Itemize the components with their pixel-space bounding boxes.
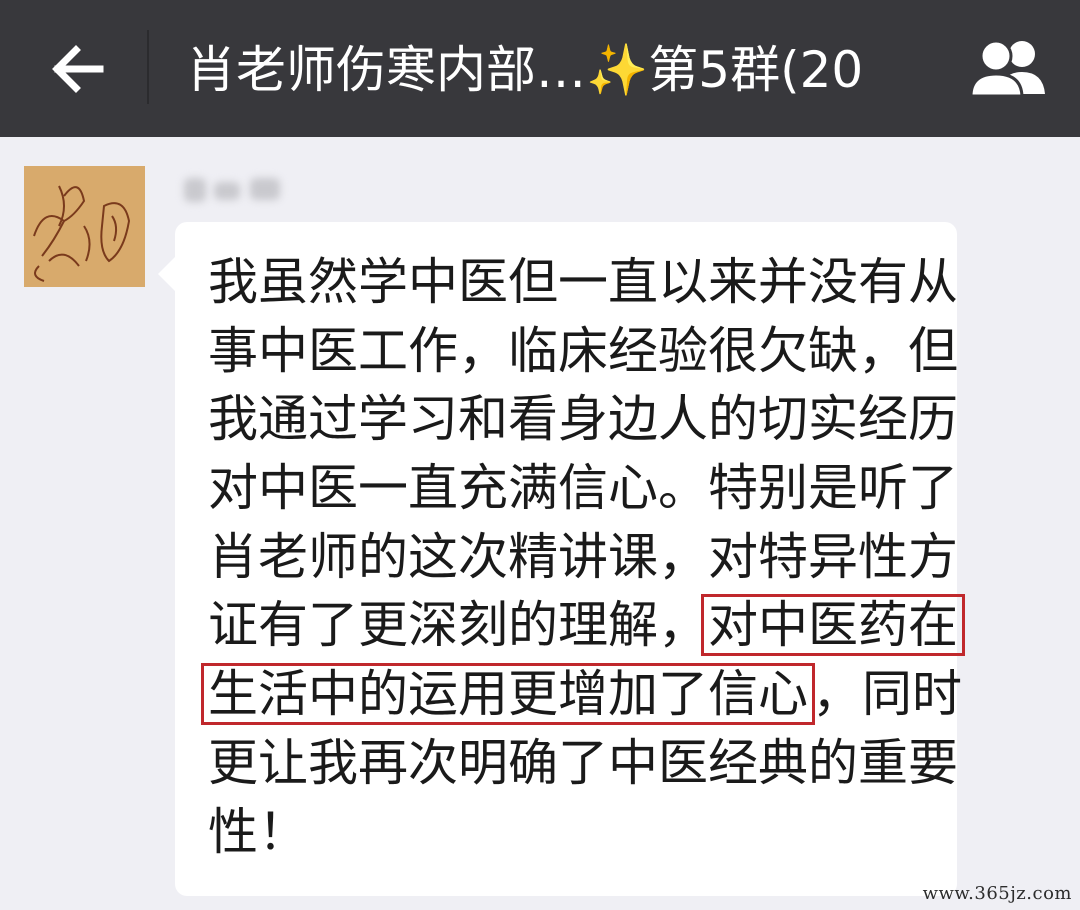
sender-avatar[interactable] [24,166,145,287]
message-line: 对中医一直充满信心。特别是听了 [208,454,958,523]
message-line: 证有了更深刻的理解，对中医药在 [208,591,965,660]
message-line-text: 我通过学习和看身边人的切实经历 [208,390,958,449]
highlighted-text: 对中医药在 [701,594,965,657]
message-line: 更让我再次明确了中医经典的重要 [208,729,958,798]
chat-header: 肖老师伤寒内部…✨第5群(20 [0,0,1080,137]
group-members-button[interactable] [958,22,1058,112]
sender-name-blurred [178,170,298,210]
chat-title-prefix: 肖老师伤寒内部… [186,41,586,99]
message-line-text: 性！ [208,802,308,861]
message-line: 生活中的运用更增加了信心，同时 [201,660,962,729]
highlighted-text: 生活中的运用更增加了信心 [201,663,815,726]
message-line: 事中医工作，临床经验很欠缺，但 [208,317,958,386]
message-line-text: 事中医工作，临床经验很欠缺，但 [208,321,958,380]
chat-title-suffix: 第5群(20 [648,41,864,99]
message-text: 我虽然学中医但一直以来并没有从 事中医工作，临床经验很欠缺，但 我通过学习和看身… [201,248,965,867]
sketch-drawing-icon [24,166,145,287]
chat-screen: 肖老师伤寒内部…✨第5群(20 我虽然学中医但一直以来并没有从 事中医工作，临床… [0,0,1080,910]
message-line-text: 肖老师的这次精讲课，对特异性方 [208,527,958,586]
back-button[interactable] [30,26,126,112]
watermark: www.365jz.com [922,883,1072,904]
message-line: 肖老师的这次精讲课，对特异性方 [208,523,958,592]
arrow-left-icon [52,45,104,93]
message-line: 我通过学习和看身边人的切实经历 [208,385,958,454]
message-line-text: 更让我再次明确了中医经典的重要 [208,733,958,792]
header-divider [147,30,149,104]
message-line: 我虽然学中医但一直以来并没有从 [208,248,958,317]
chat-title: 肖老师伤寒内部…✨第5群(20 [186,30,922,110]
message-line-text: 我虽然学中医但一直以来并没有从 [208,253,958,311]
message-line-text: 对中医一直充满信心。特别是听了 [208,459,958,518]
message-line-text: 证有了更深刻的理解， [208,596,708,655]
sparkle-emoji: ✨ [586,41,649,99]
message-line-text: ，同时 [812,665,962,724]
group-members-icon [969,39,1045,98]
message-line: 性！ [208,798,938,867]
